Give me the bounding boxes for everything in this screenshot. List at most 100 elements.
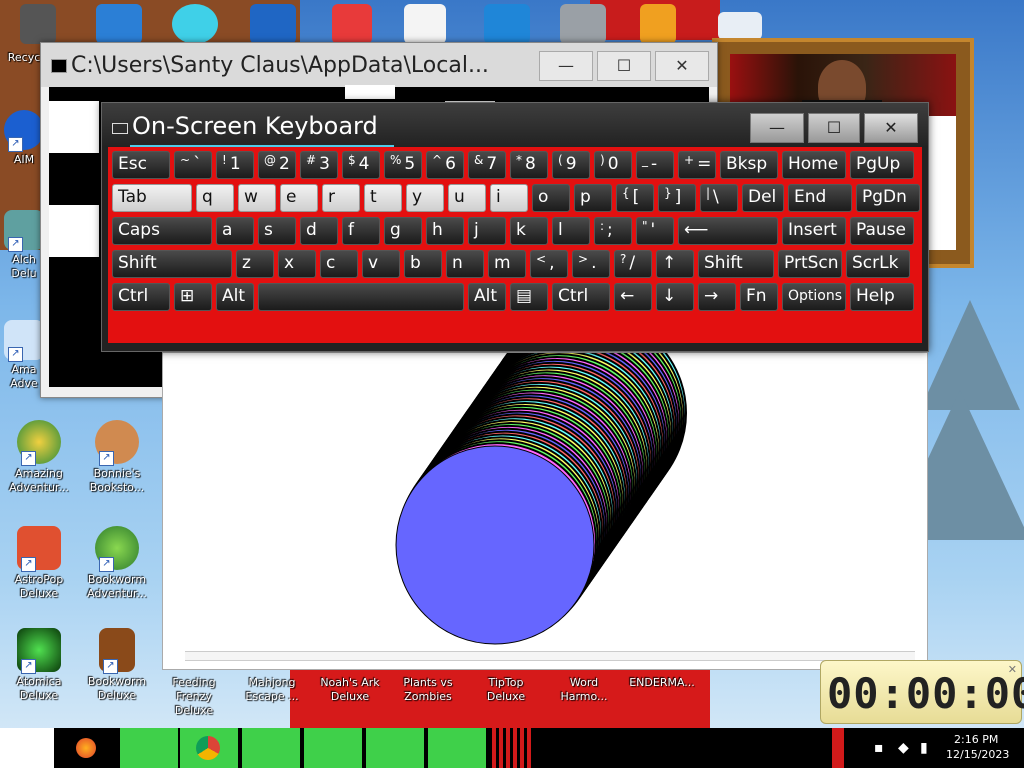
tray-indicator[interactable]: [832, 728, 844, 768]
desktop-icon-bookworm-adventures[interactable]: ↗ Bookworm Adventur...: [80, 526, 154, 601]
key-2[interactable]: @2: [258, 151, 296, 179]
app-shortcut-icon[interactable]: [96, 4, 142, 44]
key-j[interactable]: j: [468, 217, 506, 245]
key-symbol[interactable]: ↓: [656, 283, 694, 311]
key-symbol[interactable]: ▤: [510, 283, 548, 311]
key-symbol[interactable]: →: [698, 283, 736, 311]
notepad-taskbar-icon[interactable]: [366, 728, 424, 768]
window-taskbar-icon[interactable]: [428, 728, 486, 768]
key-symbol[interactable]: + =: [678, 151, 716, 179]
key-scrlk[interactable]: ScrLk: [846, 250, 910, 278]
key-symbol[interactable]: :;: [594, 217, 632, 245]
bottom-shortcut[interactable]: Word Harmo...: [546, 676, 622, 704]
drawing-canvas-window[interactable]: [162, 352, 928, 670]
key-esc[interactable]: Esc: [112, 151, 170, 179]
key-9[interactable]: (9: [552, 151, 590, 179]
key-x[interactable]: x: [278, 250, 316, 278]
key-7[interactable]: & 7: [468, 151, 506, 179]
key-ctrl[interactable]: Ctrl: [112, 283, 170, 311]
key-l[interactable]: l: [552, 217, 590, 245]
key-symbol[interactable]: {[: [616, 184, 654, 212]
key-shift[interactable]: Shift: [112, 250, 232, 278]
key-fn[interactable]: Fn: [740, 283, 778, 311]
key-caps[interactable]: Caps: [112, 217, 212, 245]
notepad-icon[interactable]: [404, 4, 446, 44]
key-t[interactable]: t: [364, 184, 402, 212]
key-ctrl[interactable]: Ctrl: [552, 283, 610, 311]
key-tab[interactable]: Tab: [112, 184, 192, 212]
key-y[interactable]: y: [406, 184, 444, 212]
key-8[interactable]: * 8: [510, 151, 548, 179]
key-alt[interactable]: Alt: [468, 283, 506, 311]
key-h[interactable]: h: [426, 217, 464, 245]
bottom-shortcut[interactable]: Plants vs Zombies: [390, 676, 466, 704]
key-shift[interactable]: Shift: [698, 250, 774, 278]
key-del[interactable]: Del: [742, 184, 784, 212]
key-symbol[interactable]: <,: [530, 250, 568, 278]
key-n[interactable]: n: [446, 250, 484, 278]
window-app-icon[interactable]: [718, 12, 762, 40]
key-symbol[interactable]: ? /: [614, 250, 652, 278]
key-prtscn[interactable]: PrtScn: [778, 250, 842, 278]
key-w[interactable]: w: [238, 184, 276, 212]
desktop-icon-amazing-adventures-2[interactable]: ↗ Amazing Adventur...: [2, 420, 76, 495]
desktop-icon-bonnies-bookstore[interactable]: ↗ Bonnie's Booksto...: [80, 420, 154, 495]
key-v[interactable]: v: [362, 250, 400, 278]
maximize-button[interactable]: ☐: [808, 113, 860, 143]
chrome-icon[interactable]: [180, 728, 238, 768]
firefox-icon[interactable]: [60, 728, 104, 768]
game-icon[interactable]: [640, 4, 676, 44]
key-a[interactable]: a: [216, 217, 254, 245]
gate-app-icon[interactable]: [332, 4, 372, 44]
key-pause[interactable]: Pause: [850, 217, 914, 245]
r-app-icon[interactable]: [484, 4, 530, 44]
key-1[interactable]: ! 1: [216, 151, 254, 179]
bottom-shortcut[interactable]: ENDERMA...: [624, 676, 700, 690]
key-q[interactable]: q: [196, 184, 234, 212]
key-3[interactable]: #3: [300, 151, 338, 179]
key-options[interactable]: Options: [782, 283, 846, 311]
key-symbol[interactable]: " ': [636, 217, 674, 245]
key-symbol[interactable]: ⊞: [174, 283, 212, 311]
key-6[interactable]: ^ 6: [426, 151, 464, 179]
key-end[interactable]: End: [788, 184, 852, 212]
fuzzy-creature-icon[interactable]: [172, 4, 218, 44]
edge-browser-icon[interactable]: [250, 4, 296, 44]
key-o[interactable]: o: [532, 184, 570, 212]
minimize-button[interactable]: —: [539, 51, 593, 81]
recycle-bin-icon[interactable]: [20, 4, 56, 44]
bottom-shortcut[interactable]: Mahjong Escape ...: [234, 676, 310, 704]
key-5[interactable]: % 5: [384, 151, 422, 179]
key-pgup[interactable]: PgUp: [850, 151, 914, 179]
bottom-shortcut[interactable]: Feeding Frenzy Deluxe: [156, 676, 232, 718]
key-symbol[interactable]: ⟵: [678, 217, 778, 245]
key-z[interactable]: z: [236, 250, 274, 278]
volume-icon[interactable]: ◆: [898, 740, 909, 756]
close-button[interactable]: ✕: [864, 113, 918, 143]
key-symbol[interactable]: ↑: [656, 250, 694, 278]
key-k[interactable]: k: [510, 217, 548, 245]
key-f[interactable]: f: [342, 217, 380, 245]
key-symbol[interactable]: >.: [572, 250, 610, 278]
desktop-icon-atomica[interactable]: ↗ Atomica Deluxe: [2, 628, 76, 703]
on-screen-keyboard[interactable]: On-Screen Keyboard — ☐ ✕ Esc ~ `! 1 @2 #3 $4% 5…: [101, 102, 929, 352]
key-d[interactable]: d: [300, 217, 338, 245]
key-alt[interactable]: Alt: [216, 283, 254, 311]
close-button[interactable]: ✕: [655, 51, 709, 81]
key-pgdn[interactable]: PgDn: [856, 184, 920, 212]
key-s[interactable]: s: [258, 217, 296, 245]
file-explorer-icon[interactable]: [120, 728, 178, 768]
clock-date[interactable]: 12/15/2023: [946, 748, 1009, 761]
key-symbol[interactable]: }]: [658, 184, 696, 212]
key-i[interactable]: i: [490, 184, 528, 212]
start-santa-icon[interactable]: [0, 728, 54, 768]
key-symbol[interactable]: ←: [614, 283, 652, 311]
bottom-shortcut[interactable]: TipTop Deluxe: [468, 676, 544, 704]
tree-app-icon[interactable]: [242, 728, 300, 768]
key-0[interactable]: ) 0: [594, 151, 632, 179]
key-symbol[interactable]: | \: [700, 184, 738, 212]
key-b[interactable]: b: [404, 250, 442, 278]
key-help[interactable]: Help: [850, 283, 914, 311]
task-thumbnails[interactable]: [492, 728, 532, 768]
key-home[interactable]: Home: [782, 151, 846, 179]
